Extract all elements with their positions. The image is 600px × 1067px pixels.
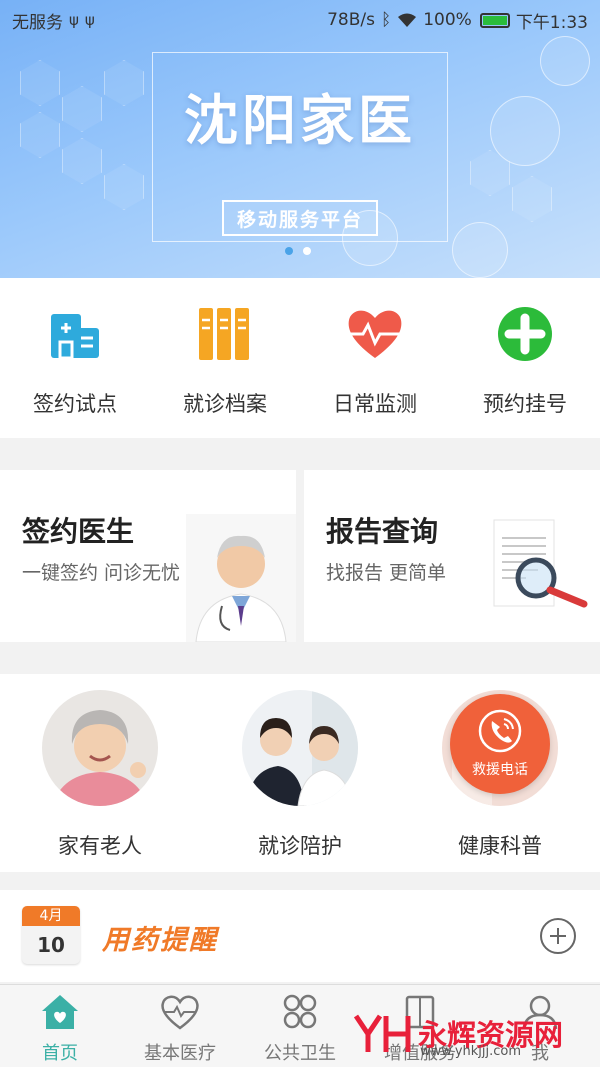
rescue-call-label: 救援电话 xyxy=(472,762,528,778)
usb-icon: ψ xyxy=(69,11,79,29)
feature-title: 签约医生 xyxy=(22,515,135,548)
doctor-image xyxy=(186,514,296,642)
status-bar: 无服务 ψ ψ 78B/s ᛒ 100% 下午1:33 xyxy=(0,0,600,40)
quick-action-daily-monitor[interactable]: 日常监测 xyxy=(300,278,450,438)
service-elderly[interactable]: 家有老人 xyxy=(0,674,200,872)
feature-cards: 签约医生 一键签约 问诊无忧 报告查询 找报告 更简单 xyxy=(0,470,600,642)
service-label: 健康科普 xyxy=(458,834,542,858)
plus-icon xyxy=(550,928,566,944)
service-escort[interactable]: 就诊陪护 xyxy=(200,674,400,872)
add-reminder-button[interactable] xyxy=(540,918,576,954)
watermark: 永辉资源网 www.yhkjjj.com xyxy=(352,1010,563,1059)
tab-public-health[interactable]: 公共卫生 xyxy=(240,985,360,1067)
calendar-day: 10 xyxy=(37,933,65,957)
watermark-logo-icon xyxy=(353,1014,411,1052)
hospital-icon xyxy=(51,314,99,360)
service-row: 家有老人 就诊陪护 救援电话 健康科普 xyxy=(0,674,600,872)
carousel-dots xyxy=(285,247,311,255)
quick-action-visit-records[interactable]: 就诊档案 xyxy=(150,278,300,438)
tab-home[interactable]: 首页 xyxy=(0,985,120,1067)
tab-label: 首页 xyxy=(42,1043,78,1064)
medication-reminder[interactable]: 4月 10 用药提醒 xyxy=(0,890,600,982)
banner-bubble-decoration xyxy=(452,222,508,278)
banner-carousel[interactable]: 沈阳家医 移动服务平台 xyxy=(0,0,600,278)
service-health-science[interactable]: 救援电话 健康科普 xyxy=(400,674,600,872)
tab-label: 基本医疗 xyxy=(144,1043,216,1064)
quick-action-appointment[interactable]: 预约挂号 xyxy=(450,278,600,438)
clock: 下午1:33 xyxy=(515,12,588,33)
report-magnifier-image xyxy=(493,519,588,608)
network-speed: 78B/s xyxy=(327,10,375,30)
banner-hex-decoration xyxy=(512,176,552,222)
watermark-url: www.yhkjjj.com xyxy=(420,1044,522,1059)
carousel-dot[interactable] xyxy=(303,247,311,255)
banner-hex-decoration xyxy=(104,164,144,210)
battery-percent: 100% xyxy=(423,10,472,30)
quick-actions: 签约试点 就诊档案 日常监测 预约挂号 xyxy=(0,278,600,438)
plus-cross-icon xyxy=(498,307,552,361)
books-icon xyxy=(199,308,249,360)
usb-icon: ψ xyxy=(84,11,95,29)
quick-action-label: 预约挂号 xyxy=(483,392,567,416)
heart-pulse-outline-icon xyxy=(161,995,199,1030)
feature-subtitle: 一键签约 问诊无忧 xyxy=(22,562,181,584)
banner-title: 沈阳家医 xyxy=(184,89,416,152)
heart-pulse-icon xyxy=(345,310,405,358)
quick-action-label: 日常监测 xyxy=(333,392,417,416)
feature-card-report-query[interactable]: 报告查询 找报告 更简单 xyxy=(304,470,600,642)
feature-title: 报告查询 xyxy=(326,515,439,548)
banner-subtitle: 移动服务平台 xyxy=(222,200,378,236)
carousel-dot-active[interactable] xyxy=(285,247,293,255)
reminder-title: 用药提醒 xyxy=(102,925,218,956)
calendar-month: 4月 xyxy=(22,906,80,926)
quick-action-sign-pilot[interactable]: 签约试点 xyxy=(0,278,150,438)
tab-basic-medical[interactable]: 基本医疗 xyxy=(120,985,240,1067)
bluetooth-icon: ᛒ xyxy=(381,10,392,30)
elderly-woman-photo xyxy=(42,690,158,806)
battery-icon xyxy=(479,12,510,28)
carrier-text: 无服务 xyxy=(12,12,63,33)
home-icon xyxy=(42,995,78,1029)
service-label: 就诊陪护 xyxy=(258,834,342,858)
rescue-call-button[interactable]: 救援电话 xyxy=(450,694,550,794)
grid-icon xyxy=(283,994,317,1029)
home-screen: 沈阳家医 移动服务平台 无服务 ψ ψ 78B/s ᛒ 100% 下午1:33 xyxy=(0,0,600,1067)
service-label: 家有老人 xyxy=(58,834,142,858)
quick-action-label: 就诊档案 xyxy=(183,392,267,416)
feature-subtitle: 找报告 更简单 xyxy=(326,562,447,584)
feature-card-sign-doctor[interactable]: 签约医生 一键签约 问诊无忧 xyxy=(0,470,296,642)
phone-icon xyxy=(478,709,522,753)
nurse-consult-photo xyxy=(242,690,358,806)
calendar-icon: 4月 10 xyxy=(22,906,80,964)
wifi-icon xyxy=(398,13,417,27)
quick-action-label: 签约试点 xyxy=(33,392,117,416)
tab-label: 公共卫生 xyxy=(264,1043,336,1064)
